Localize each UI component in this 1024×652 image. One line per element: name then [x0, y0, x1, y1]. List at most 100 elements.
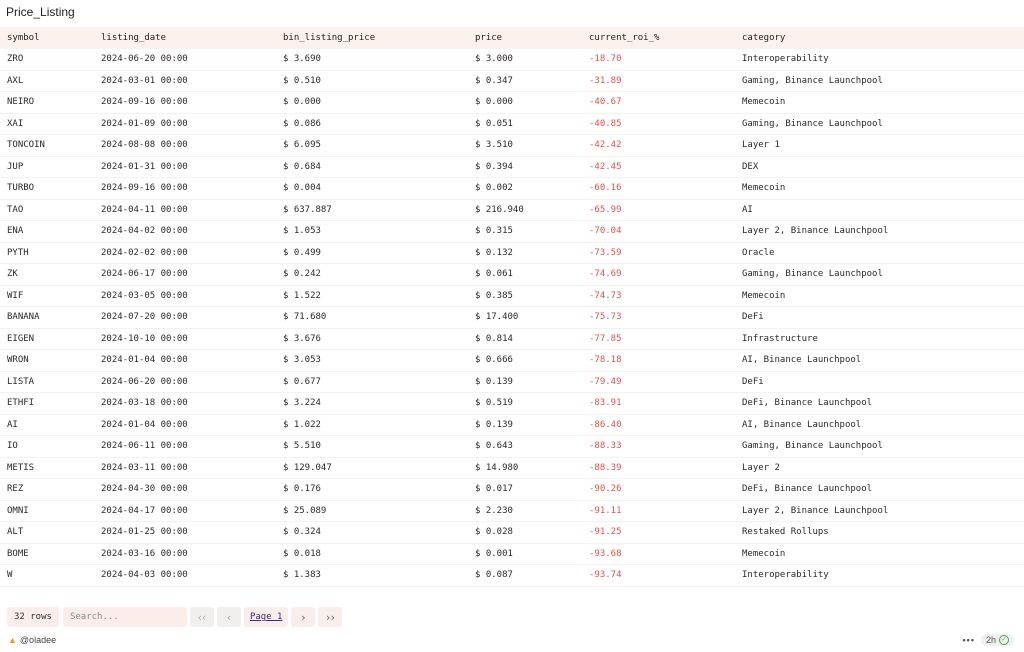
- price-cell: $ 0.385: [468, 285, 582, 307]
- category-cell: DeFi: [735, 306, 1024, 329]
- listing-date-cell: 2024-03-18 00:00: [94, 392, 276, 415]
- next-page-button[interactable]: ›: [291, 607, 316, 627]
- symbol-cell: TAO: [0, 199, 94, 221]
- bin-listing-price-cell: $ 0.242: [276, 263, 468, 286]
- current-roi-cell: -75.73: [582, 306, 735, 329]
- column-header-listing-date[interactable]: listing_date: [94, 27, 276, 49]
- category-cell: Gaming, Binance Launchpool: [735, 263, 1024, 286]
- column-header-current-roi[interactable]: current_roi_%: [582, 27, 735, 49]
- symbol-cell: METIS: [0, 457, 94, 479]
- bin-listing-price-cell: $ 0.000: [276, 91, 468, 114]
- price-cell: $ 0.814: [468, 328, 582, 350]
- price-cell: $ 216.940: [468, 199, 582, 221]
- symbol-cell: TONCOIN: [0, 134, 94, 157]
- symbol-cell: NEIRO: [0, 91, 94, 114]
- symbol-cell: REZ: [0, 478, 94, 501]
- category-cell: Oracle: [735, 242, 1024, 264]
- bin-listing-price-cell: $ 0.510: [276, 70, 468, 92]
- column-header-symbol[interactable]: symbol: [0, 27, 94, 49]
- table-row: METIS 2024-03-11 00:00 $ 129.047 $ 14.980 -8…: [0, 457, 1024, 479]
- symbol-cell: LISTA: [0, 371, 94, 393]
- first-page-button[interactable]: ‹‹: [189, 607, 214, 627]
- bin-listing-price-cell: $ 1.522: [276, 285, 468, 307]
- symbol-cell: WIF: [0, 285, 94, 307]
- price-cell: $ 0.139: [468, 414, 582, 436]
- previous-page-button[interactable]: ‹: [216, 607, 241, 627]
- price-cell: $ 0.017: [468, 478, 582, 501]
- listing-date-cell: 2024-03-11 00:00: [94, 457, 276, 479]
- price-cell: $ 0.028: [468, 521, 582, 544]
- table-row: WIF 2024-03-05 00:00 $ 1.522 $ 0.385 -74.73 M…: [0, 285, 1024, 307]
- price-cell: $ 0.000: [468, 91, 582, 114]
- search-input[interactable]: [62, 607, 187, 627]
- chevron-right-icon: ›: [301, 610, 306, 624]
- symbol-cell: W: [0, 564, 94, 587]
- price-cell: $ 17.400: [468, 306, 582, 329]
- current-roi-cell: -40.85: [582, 113, 735, 135]
- price-listing-table: symbol listing_date bin_listing_price pr…: [0, 27, 1024, 587]
- table-row: XAI 2024-01-09 00:00 $ 0.086 $ 0.051 -40.85 G…: [0, 113, 1024, 135]
- table-row: LISTA 2024-06-20 00:00 $ 0.677 $ 0.139 -79.4…: [0, 371, 1024, 393]
- price-cell: $ 0.087: [468, 564, 582, 587]
- table-row: TONCOIN 2024-08-08 00:00 $ 6.095 $ 3.510 -42…: [0, 134, 1024, 157]
- category-cell: DeFi, Binance Launchpool: [735, 392, 1024, 415]
- table-row: BANANA 2024-07-20 00:00 $ 71.680 $ 17.400 -7…: [0, 306, 1024, 329]
- column-header-price[interactable]: price: [468, 27, 582, 49]
- column-header-bin-listing-price[interactable]: bin_listing_price: [276, 27, 468, 49]
- data-table-container: symbol listing_date bin_listing_price pr…: [0, 27, 1024, 587]
- price-cell: $ 0.519: [468, 392, 582, 415]
- price-cell: $ 0.001: [468, 543, 582, 565]
- symbol-cell: PYTH: [0, 242, 94, 264]
- table-row: TAO 2024-04-11 00:00 $ 637.887 $ 216.940 -65…: [0, 199, 1024, 221]
- table-row: IO 2024-06-11 00:00 $ 5.510 $ 0.643 -88.33 Ga…: [0, 435, 1024, 458]
- more-options-icon[interactable]: •••: [963, 635, 975, 645]
- category-cell: DEX: [735, 156, 1024, 178]
- category-cell: Gaming, Binance Launchpool: [735, 70, 1024, 92]
- price-cell: $ 3.000: [468, 49, 582, 71]
- table-row: WRON 2024-01-04 00:00 $ 3.053 $ 0.666 -78.18…: [0, 349, 1024, 372]
- table-header-row: symbol listing_date bin_listing_price pr…: [0, 27, 1024, 49]
- row-count: 32 rows: [7, 607, 59, 627]
- last-page-button[interactable]: ››: [318, 607, 343, 627]
- current-roi-cell: -42.45: [582, 156, 735, 178]
- current-roi-cell: -42.42: [582, 134, 735, 157]
- author-link[interactable]: ▲ @oladee: [8, 635, 56, 645]
- price-cell: $ 2.230: [468, 500, 582, 522]
- freshness-badge[interactable]: 2h ✓: [980, 634, 1014, 646]
- listing-date-cell: 2024-06-11 00:00: [94, 435, 276, 458]
- current-roi-cell: -40.67: [582, 91, 735, 114]
- listing-date-cell: 2024-03-16 00:00: [94, 543, 276, 565]
- listing-date-cell: 2024-01-09 00:00: [94, 113, 276, 135]
- current-roi-cell: -86.40: [582, 414, 735, 436]
- page-indicator[interactable]: Page 1: [243, 607, 289, 627]
- listing-date-cell: 2024-04-17 00:00: [94, 500, 276, 522]
- bin-listing-price-cell: $ 0.324: [276, 521, 468, 544]
- listing-date-cell: 2024-03-05 00:00: [94, 285, 276, 307]
- current-roi-cell: -91.25: [582, 521, 735, 544]
- bin-listing-price-cell: $ 3.053: [276, 349, 468, 372]
- table-row: EIGEN 2024-10-10 00:00 $ 3.676 $ 0.814 -77.8…: [0, 328, 1024, 350]
- table-row: ZK 2024-06-17 00:00 $ 0.242 $ 0.061 -74.69 Ga…: [0, 263, 1024, 286]
- table-row: REZ 2024-04-30 00:00 $ 0.176 $ 0.017 -90.26 D…: [0, 478, 1024, 501]
- column-header-category[interactable]: category: [735, 27, 1024, 49]
- chevron-left-icon: ‹: [226, 610, 232, 624]
- price-cell: $ 0.666: [468, 349, 582, 372]
- current-roi-cell: -31.89: [582, 70, 735, 92]
- table-row: JUP 2024-01-31 00:00 $ 0.684 $ 0.394 -42.45 D…: [0, 156, 1024, 178]
- listing-date-cell: 2024-04-02 00:00: [94, 220, 276, 243]
- bin-listing-price-cell: $ 3.690: [276, 49, 468, 71]
- symbol-cell: ZRO: [0, 49, 94, 71]
- bin-listing-price-cell: $ 5.510: [276, 435, 468, 458]
- table-row: ALT 2024-01-25 00:00 $ 0.324 $ 0.028 -91.25 R…: [0, 521, 1024, 544]
- price-cell: $ 0.002: [468, 177, 582, 200]
- listing-date-cell: 2024-09-16 00:00: [94, 177, 276, 200]
- listing-date-cell: 2024-01-04 00:00: [94, 414, 276, 436]
- price-cell: $ 3.510: [468, 134, 582, 157]
- table-body: ZRO 2024-06-20 00:00 $ 3.690 $ 3.000 -18.70 I…: [0, 49, 1024, 587]
- current-roi-cell: -73.59: [582, 242, 735, 264]
- bin-listing-price-cell: $ 0.086: [276, 113, 468, 135]
- category-cell: Infrastructure: [735, 328, 1024, 350]
- current-roi-cell: -79.49: [582, 371, 735, 393]
- table-row: ETHFI 2024-03-18 00:00 $ 3.224 $ 0.519 -83.9…: [0, 392, 1024, 415]
- category-cell: Layer 2, Binance Launchpool: [735, 220, 1024, 243]
